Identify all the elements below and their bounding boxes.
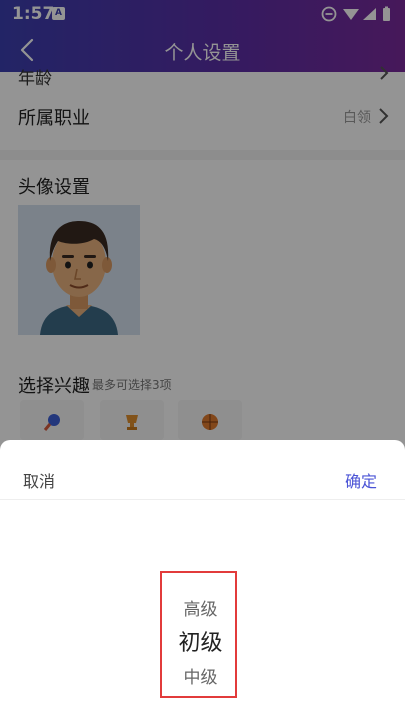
level-picker-wheel[interactable]: 高级 初级 中级: [160, 571, 237, 698]
picker-header: 取消 确定: [0, 440, 405, 500]
confirm-button[interactable]: 确定: [345, 468, 377, 492]
picker-option-intermediate[interactable]: 中级: [162, 663, 239, 688]
picker-option-selected[interactable]: 初级: [162, 625, 239, 657]
level-picker-sheet: 取消 确定 高级 初级 中级: [0, 440, 405, 720]
picker-option-advanced[interactable]: 高级: [162, 595, 239, 620]
cancel-button[interactable]: 取消: [23, 468, 55, 492]
